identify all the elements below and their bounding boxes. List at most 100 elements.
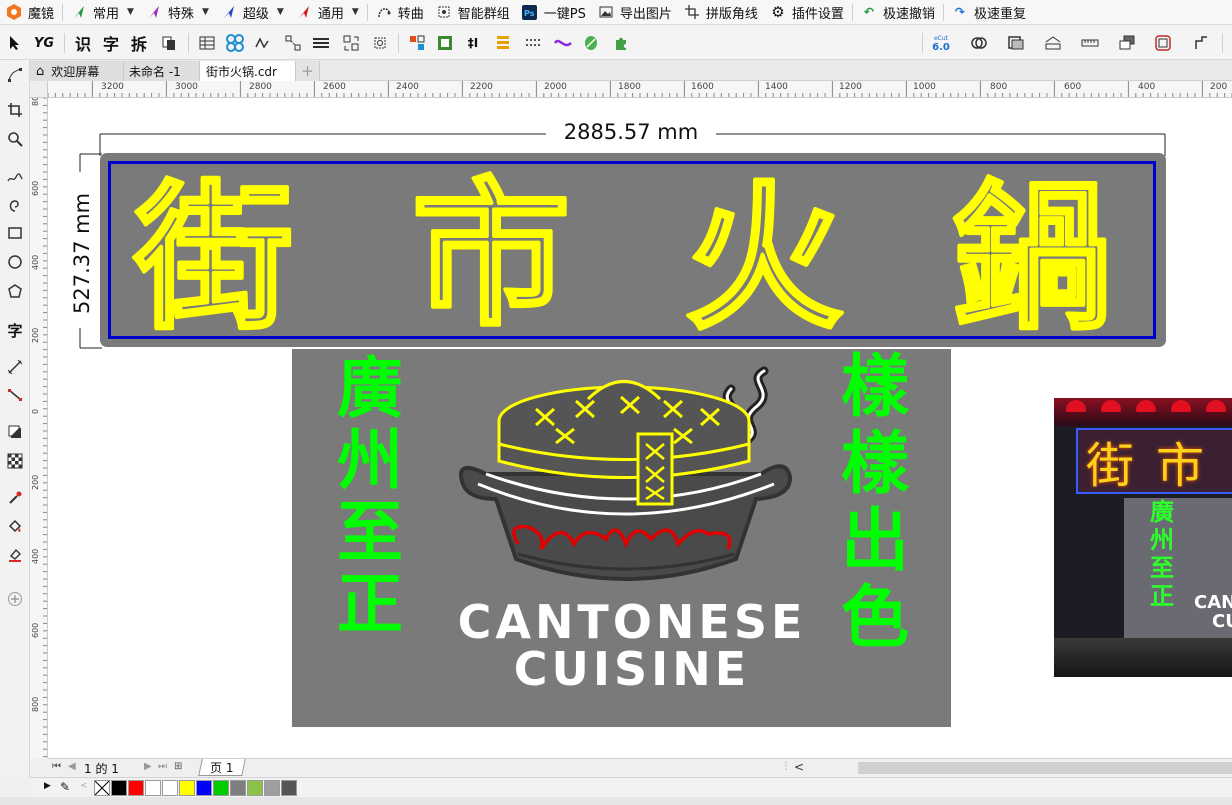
add-tool-button[interactable] [4, 588, 26, 610]
connector-tool-button[interactable] [4, 384, 26, 406]
page-tab[interactable]: 页 1 [198, 759, 246, 776]
ruler-tool-button[interactable] [1079, 32, 1101, 54]
menu-jisu-chongfu[interactable]: ↷ 极速重复 [946, 1, 1032, 24]
menu-chajian-shezhi[interactable]: ⚙ 插件设置 [764, 1, 850, 24]
ecut-version-label: 6.0 [932, 42, 950, 53]
text-tool-button[interactable]: 字 [100, 32, 122, 54]
pick-tool-button[interactable] [4, 32, 26, 54]
yg-logo-button[interactable]: YG [33, 32, 55, 54]
fill-tool-button[interactable] [4, 516, 26, 538]
corner-tool-button[interactable] [1190, 32, 1212, 54]
new-tab-button[interactable]: + [296, 61, 320, 81]
hscroll-split-handle[interactable]: ⋮ [781, 761, 791, 772]
height-dimension-label[interactable]: 527.37 mm [70, 164, 94, 314]
menu-zhineng-qunzu[interactable]: 智能群组 [430, 1, 516, 24]
color-bars-button[interactable] [492, 32, 514, 54]
offset-tool-button[interactable] [1152, 32, 1174, 54]
tab-current-document[interactable]: 街市火锅.cdr [200, 61, 296, 81]
last-page-button[interactable]: ⏭ [158, 761, 167, 772]
scroll-left-button[interactable]: < [794, 760, 804, 774]
color-swatch[interactable] [213, 780, 229, 796]
plugin-leaf-button[interactable] [580, 32, 602, 54]
tab-untitled[interactable]: 未命名 -1 [124, 61, 200, 81]
menu-teshu[interactable]: 特殊 ▼ [140, 1, 215, 24]
palette-scroll-left[interactable]: < [80, 781, 88, 791]
crop-tool-button-left[interactable] [4, 99, 26, 121]
menu-chaoji[interactable]: 超级 ▼ [215, 1, 290, 24]
text-align-button[interactable]: ‡I [462, 32, 484, 54]
eyedropper-icon[interactable]: ✎ [60, 780, 70, 794]
color-swatch[interactable] [162, 780, 178, 796]
color-swatch[interactable] [264, 780, 280, 796]
palette-scroll-right[interactable]: ▶ [44, 781, 51, 791]
transparency-button[interactable] [4, 450, 26, 472]
split-tool-button[interactable]: 拆 [128, 32, 150, 54]
menu-pinban-jiaoxian[interactable]: 拼版角线 [678, 1, 764, 24]
menu-yijian-ps[interactable]: Ps 一键PS [516, 1, 592, 24]
add-page-button[interactable]: ⊞ [174, 761, 182, 772]
eyedropper-button[interactable] [4, 487, 26, 509]
color-swatch[interactable] [145, 780, 161, 796]
color-swatch[interactable] [128, 780, 144, 796]
drawing-canvas[interactable]: 2885.57 mm 527.37 mm 街 市 火 鍋 廣 州 至 正 樣 樣… [48, 98, 1232, 758]
ellipse-tool-button[interactable] [4, 251, 26, 273]
ocr-text-button[interactable]: 识 [72, 32, 94, 54]
tab-welcome[interactable]: ⌂ 欢迎屏幕 [30, 61, 124, 81]
crop-tool-button[interactable] [369, 32, 391, 54]
layers-tool-button[interactable] [1116, 32, 1138, 54]
node-tool-button[interactable] [282, 32, 304, 54]
ecut-button[interactable]: eCut 6.0 [930, 32, 952, 54]
page-counter: 1 的 1 [84, 762, 119, 776]
pattern-tool-button[interactable] [224, 32, 246, 54]
arrange-tool-button[interactable] [340, 32, 362, 54]
reference-photo[interactable]: 街 市 廣 州 至 正 CAN CU [1054, 398, 1232, 677]
path-tool-button[interactable] [252, 32, 274, 54]
menu-zhuanqu[interactable]: 转曲 [370, 1, 430, 24]
zoom-tool-button[interactable] [4, 128, 26, 150]
freehand-tool-button[interactable] [4, 166, 26, 188]
menu-app-mojing[interactable]: 魔镜 [0, 1, 60, 24]
weld-tool-button[interactable] [968, 32, 990, 54]
no-color-swatch[interactable] [94, 780, 110, 796]
headline-signboard[interactable]: 街 市 火 鍋 [100, 153, 1166, 347]
slogan-char: 州 [337, 422, 403, 499]
trim-tool-button[interactable] [1005, 32, 1027, 54]
cuisine-signboard[interactable]: 廣 州 至 正 樣 樣 出 色 CANTONESE CUISINE [292, 349, 951, 727]
ruler-corner[interactable] [30, 81, 48, 98]
menu-label: 拼版角线 [705, 6, 758, 22]
color-swatch[interactable] [230, 780, 246, 796]
color-swatch[interactable] [247, 780, 263, 796]
puzzle-plugin-button[interactable] [610, 32, 632, 54]
color-swatch[interactable] [196, 780, 212, 796]
menu-daochu-tupian[interactable]: 导出图片 [592, 1, 678, 24]
color-swatch[interactable] [179, 780, 195, 796]
grid-dots-button[interactable] [522, 32, 544, 54]
drop-shadow-button[interactable] [4, 421, 26, 443]
rectangle-tool-button[interactable] [4, 222, 26, 244]
measure-tool-button[interactable] [1042, 32, 1064, 54]
transform-button[interactable] [552, 32, 574, 54]
horizontal-ruler[interactable]: 3200 3000 2800 2600 2400 2200 2000 1800 … [48, 81, 1232, 98]
shape-tool-button[interactable] [4, 64, 26, 86]
dimension-tool-button[interactable] [4, 356, 26, 378]
first-page-button[interactable]: ⏮ [52, 761, 61, 772]
lines-tool-button[interactable] [310, 32, 332, 54]
copy-tool-button[interactable] [158, 32, 180, 54]
table-tool-button[interactable] [196, 32, 218, 54]
width-dimension-label[interactable]: 2885.57 mm [548, 120, 714, 144]
prev-page-button[interactable]: ◀ [68, 761, 76, 772]
artistic-media-button[interactable] [4, 194, 26, 216]
text-tool-button-left[interactable]: 字 [4, 319, 26, 341]
vertical-ruler[interactable]: 800 600 400 200 0 200 400 600 800 [30, 98, 48, 758]
polygon-tool-button[interactable] [4, 280, 26, 302]
color-swatch[interactable] [281, 780, 297, 796]
smart-fill-button[interactable] [4, 544, 26, 566]
menu-changyong[interactable]: 常用 ▼ [65, 1, 140, 24]
color-swatch[interactable] [111, 780, 127, 796]
image-frame-button[interactable] [434, 32, 456, 54]
menu-jisu-chexiao[interactable]: ↶ 极速撤销 [855, 1, 941, 24]
menu-tongyong[interactable]: 通用 ▼ [290, 1, 365, 24]
next-page-button[interactable]: ▶ [144, 761, 152, 772]
horizontal-scrollbar-thumb[interactable] [858, 762, 1232, 774]
align-tool-button[interactable] [406, 32, 428, 54]
